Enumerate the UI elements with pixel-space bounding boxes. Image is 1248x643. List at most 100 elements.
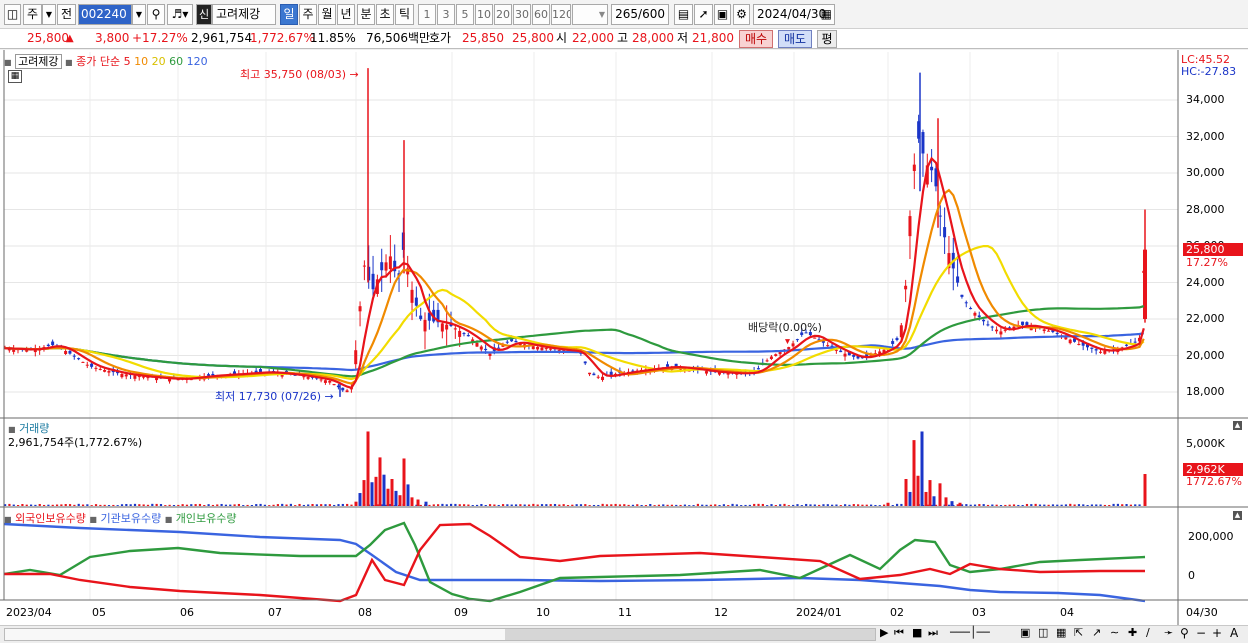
period-day-tab[interactable]: 일: [280, 4, 298, 25]
search-icon[interactable]: ⚲: [147, 4, 165, 25]
scrollbar-thumb[interactable]: [505, 629, 875, 640]
volume-bar: [644, 505, 648, 506]
layout-icon[interactable]: ▣: [1020, 626, 1030, 639]
individual-holdings-legend: 개인보유수량: [175, 512, 237, 525]
period-month-tab[interactable]: 월: [318, 4, 336, 25]
settings-gear-icon[interactable]: ⚙: [733, 4, 750, 25]
table-icon[interactable]: ▦: [8, 70, 22, 83]
grid-view-icon[interactable]: ▦: [1056, 626, 1066, 639]
layout-icon[interactable]: ◫: [4, 4, 21, 25]
ruler-icon[interactable]: ∕: [1146, 626, 1150, 639]
volume-bar: [510, 504, 513, 506]
eval-button[interactable]: 평: [817, 30, 837, 48]
chart-scrollbar[interactable]: [4, 628, 876, 641]
zoom-slider[interactable]: ───│──: [950, 626, 990, 639]
market-type-select[interactable]: 주: [23, 4, 42, 25]
volume-bar: [675, 504, 678, 506]
interval-20[interactable]: 20: [494, 4, 512, 25]
volume-bar: [120, 504, 124, 506]
volume-bar: [419, 504, 422, 506]
panel-maximize-icon[interactable]: ▲: [1233, 511, 1242, 520]
volume-bar: [437, 504, 440, 506]
volume-bar: [467, 504, 470, 506]
panel-maximize-icon[interactable]: ▲: [1233, 421, 1242, 430]
count-input[interactable]: 265/600: [611, 4, 669, 25]
trend-icon[interactable]: ∼: [1110, 626, 1119, 639]
interval-dropdown[interactable]: ▼: [572, 4, 608, 25]
split-view-icon[interactable]: ◫: [1038, 626, 1048, 639]
period-second-tab[interactable]: 초: [376, 4, 394, 25]
time-axis-tick: 06: [180, 606, 194, 619]
volume-bar: [584, 504, 587, 506]
volume-bar: [1047, 504, 1050, 506]
volume-bar: [378, 457, 382, 506]
volume-bar: [874, 504, 877, 506]
zoom-out-icon[interactable]: −: [1196, 626, 1206, 640]
chart-area[interactable]: ■ 고려제강 ■ 종가 단순 5 10 20 60 120 ▦ LC:45.52…: [0, 50, 1248, 625]
chevron-down-icon[interactable]: ▼: [42, 4, 56, 25]
interval-10[interactable]: 10: [475, 4, 493, 25]
volume-bar: [1090, 504, 1094, 506]
bid-price: 25,800: [512, 31, 554, 45]
interval-60[interactable]: 60: [532, 4, 550, 25]
pan-icon[interactable]: ⇱: [1074, 626, 1083, 639]
low-price: 21,800: [692, 31, 734, 45]
sell-button[interactable]: 매도: [778, 30, 812, 48]
prev-button[interactable]: 전: [57, 4, 76, 25]
interval-3[interactable]: 3: [437, 4, 455, 25]
buy-button[interactable]: 매수: [739, 30, 773, 48]
calendar-icon[interactable]: ▦: [821, 5, 832, 24]
volume-bar: [471, 505, 474, 506]
zoom-in-icon[interactable]: +: [1212, 626, 1222, 640]
current-price: 25,800: [27, 31, 69, 45]
scroll-right-icon[interactable]: ▶: [880, 626, 888, 639]
volume-bar: [908, 491, 912, 506]
period-minute-tab[interactable]: 분: [357, 4, 375, 25]
speaker-icon[interactable]: ♬▾: [167, 4, 193, 25]
cursor-icon[interactable]: ➛: [1164, 626, 1173, 639]
save-icon[interactable]: ▣: [714, 4, 731, 25]
candle-body: [956, 276, 960, 283]
stock-name-field[interactable]: 고려제강: [212, 4, 276, 25]
volume-bar: [826, 504, 829, 506]
low-label: 저: [677, 31, 689, 45]
interval-30[interactable]: 30: [513, 4, 531, 25]
volume-bar: [805, 503, 808, 506]
volume-bar: [25, 504, 28, 506]
volume-bar: [255, 504, 258, 506]
candle-type-icon[interactable]: ▤: [674, 4, 693, 25]
volume-bar: [1030, 504, 1033, 506]
price-axis-tick: 24,000: [1186, 275, 1225, 289]
candle-body: [72, 355, 76, 357]
crosshair-icon[interactable]: ✚: [1128, 626, 1137, 639]
stock-code-input[interactable]: 002240: [78, 4, 132, 25]
candle-body: [839, 350, 843, 353]
jump-end-icon[interactable]: ⏭: [928, 626, 938, 640]
interval-1[interactable]: 1: [418, 4, 436, 25]
candle-body: [410, 289, 414, 303]
jump-start-icon[interactable]: ⏮: [894, 626, 904, 640]
magnify-icon[interactable]: ⚲: [1180, 626, 1189, 640]
draw-line-icon[interactable]: ➚: [694, 4, 713, 25]
period-tick-tab[interactable]: 틱: [395, 4, 414, 25]
volume-bar: [229, 504, 232, 506]
auto-scale-button[interactable]: A: [1230, 626, 1238, 640]
interval-5[interactable]: 5: [456, 4, 474, 25]
period-week-tab[interactable]: 주: [299, 4, 317, 25]
stock-chart-svg[interactable]: [0, 50, 1248, 625]
stop-icon[interactable]: ■: [912, 626, 922, 639]
date-input[interactable]: 2024/04/30 ▦: [753, 4, 835, 25]
arrow-icon[interactable]: ↗: [1092, 626, 1101, 639]
stock-label[interactable]: 고려제강: [15, 54, 62, 69]
volume-bar: [1082, 504, 1085, 506]
candle-body: [1103, 350, 1107, 354]
interval-120[interactable]: 120: [551, 4, 571, 25]
volume-bar: [366, 431, 370, 506]
volume-bar: [298, 503, 301, 506]
candle-body: [358, 306, 362, 312]
period-year-tab[interactable]: 년: [337, 4, 355, 25]
code-dropdown-icon[interactable]: ▼: [132, 4, 146, 25]
volume-bar: [1021, 504, 1024, 506]
legend-bullet-icon: ■: [89, 515, 97, 524]
candle-body: [1055, 333, 1059, 335]
